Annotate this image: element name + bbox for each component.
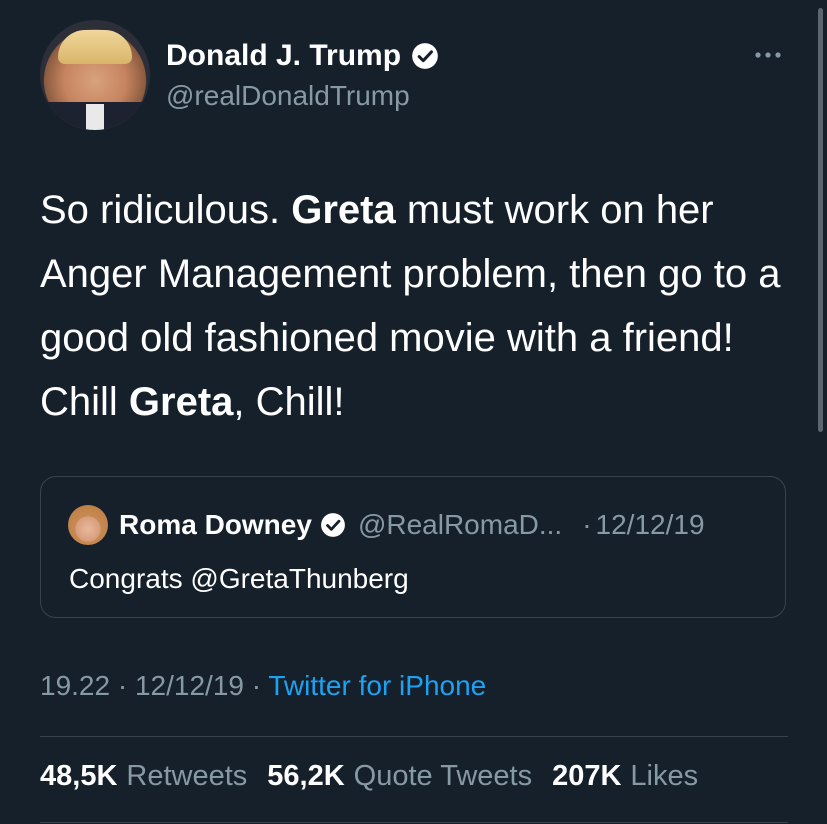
avatar-shirt bbox=[86, 104, 104, 130]
more-horizontal-icon[interactable] bbox=[749, 36, 787, 74]
tweet-date[interactable]: 12/12/19 bbox=[135, 670, 244, 701]
divider bbox=[40, 736, 788, 737]
retweets-count[interactable]: 48,5K bbox=[40, 760, 117, 793]
verified-badge-icon bbox=[412, 43, 438, 69]
author-handle[interactable]: @realDonaldTrump bbox=[166, 80, 410, 112]
retweets-label[interactable]: Retweets bbox=[126, 760, 247, 793]
meta-separator: · bbox=[110, 670, 135, 701]
tweet-text-segment: , Chill! bbox=[233, 380, 345, 424]
quote-tweets-count[interactable]: 56,2K bbox=[267, 760, 344, 793]
likes-count[interactable]: 207K bbox=[552, 760, 621, 793]
engagement-stats: 48,5K Retweets 56,2K Quote Tweets 207K L… bbox=[40, 760, 718, 793]
author-display-name[interactable]: Donald J. Trump bbox=[166, 39, 401, 73]
tweet-meta: 19.22 · 12/12/19 · Twitter for iPhone bbox=[40, 670, 486, 702]
scrollbar[interactable] bbox=[818, 8, 823, 432]
tweet-time[interactable]: 19.22 bbox=[40, 670, 110, 701]
quote-tweets-label[interactable]: Quote Tweets bbox=[354, 760, 532, 793]
divider bbox=[40, 822, 788, 823]
tweet-text: So ridiculous. Greta must work on her An… bbox=[40, 178, 800, 434]
author-avatar[interactable] bbox=[40, 20, 150, 130]
quoted-tweet-header: Roma Downey @RealRomaD... · 12/12/19 bbox=[119, 507, 705, 543]
author-name-row[interactable]: Donald J. Trump bbox=[166, 36, 439, 76]
quoted-author-avatar bbox=[68, 505, 108, 545]
avatar-hair bbox=[58, 30, 132, 64]
tweet-text-segment: So ridiculous. bbox=[40, 188, 292, 232]
quoted-date: 12/12/19 bbox=[595, 509, 705, 540]
tweet-text-bold-segment: Greta bbox=[128, 380, 234, 424]
quoted-separator: · bbox=[582, 509, 592, 540]
tweet-source-link[interactable]: Twitter for iPhone bbox=[268, 670, 486, 701]
verified-badge-icon bbox=[321, 513, 345, 537]
quoted-tweet-card[interactable]: Roma Downey @RealRomaD... · 12/12/19 Con… bbox=[40, 476, 786, 618]
quoted-tweet-text: Congrats @GretaThunberg bbox=[69, 563, 409, 594]
quoted-author-handle: @RealRomaD... bbox=[357, 509, 563, 540]
quoted-author-name: Roma Downey bbox=[119, 509, 312, 540]
meta-separator: · bbox=[243, 670, 269, 701]
tweet-text-bold-segment: Greta bbox=[291, 188, 396, 232]
likes-label[interactable]: Likes bbox=[630, 760, 698, 793]
